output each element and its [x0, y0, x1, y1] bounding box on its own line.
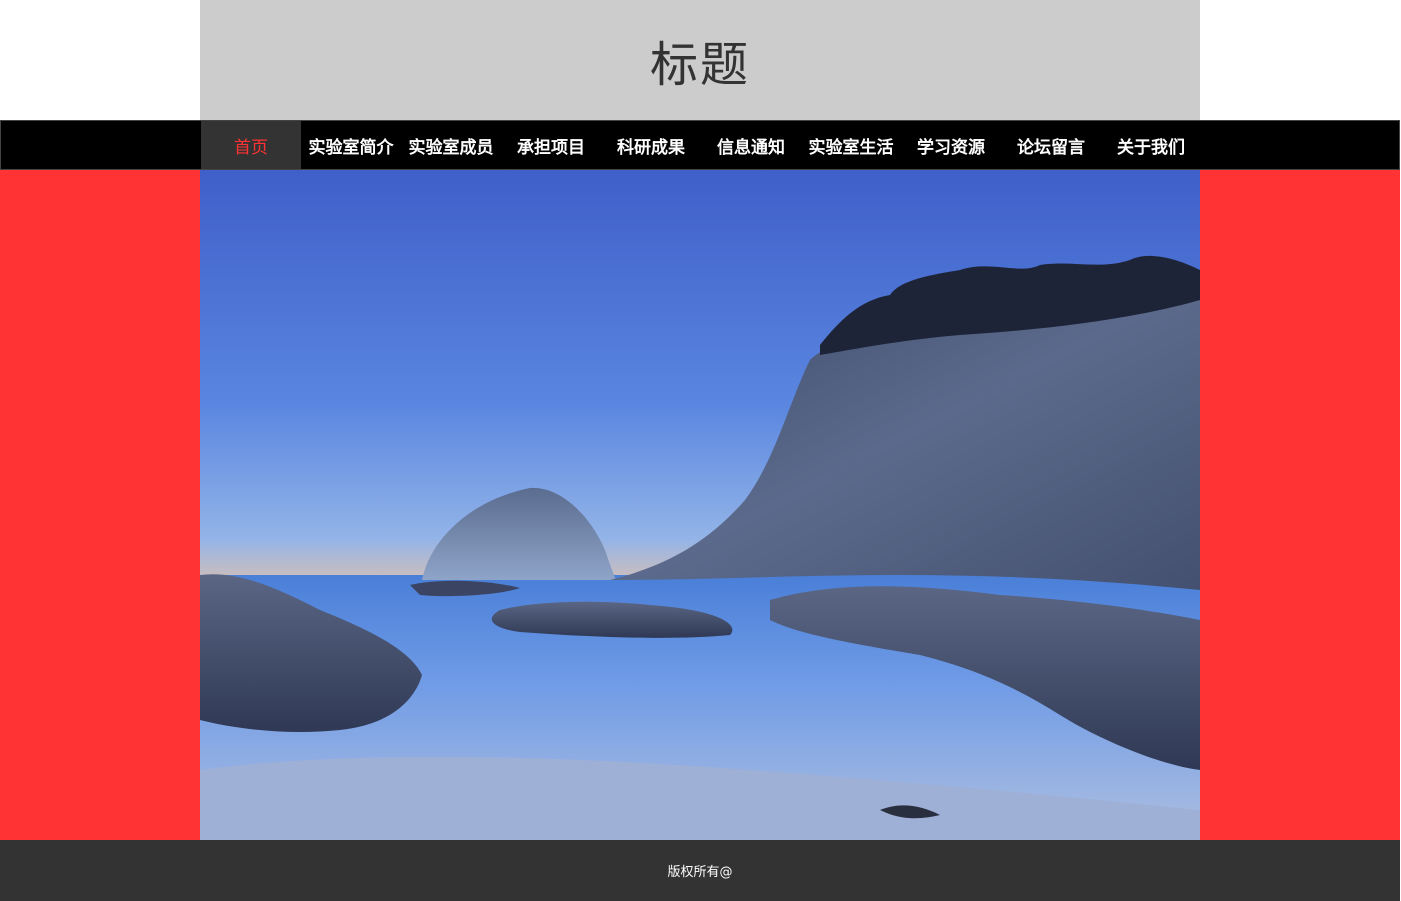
nav-item-home[interactable]: 首页 — [201, 121, 301, 169]
nav-item-projects[interactable]: 承担项目 — [501, 121, 601, 169]
nav-item-lab-life[interactable]: 实验室生活 — [801, 121, 901, 169]
nav-item-forum[interactable]: 论坛留言 — [1001, 121, 1101, 169]
page-title: 标题 — [649, 37, 750, 93]
banner-image — [200, 170, 1200, 840]
nav-item-learning-resources[interactable]: 学习资源 — [901, 121, 1001, 169]
nav-item-about-us[interactable]: 关于我们 — [1101, 121, 1201, 169]
main-content — [0, 170, 1400, 840]
main-navbar: 首页 实验室简介 实验室成员 承担项目 科研成果 信息通知 实验室生活 学习资源… — [0, 120, 1400, 170]
page-header: 标题 — [200, 0, 1200, 120]
nav-menu: 首页 实验室简介 实验室成员 承担项目 科研成果 信息通知 实验室生活 学习资源… — [201, 121, 1201, 169]
copyright-text: 版权所有@ — [667, 865, 733, 880]
nav-item-lab-members[interactable]: 实验室成员 — [401, 121, 501, 169]
nav-item-lab-intro[interactable]: 实验室简介 — [301, 121, 401, 169]
nav-item-research-results[interactable]: 科研成果 — [601, 121, 701, 169]
nav-item-notices[interactable]: 信息通知 — [701, 121, 801, 169]
page-footer: 版权所有@ — [0, 840, 1400, 901]
